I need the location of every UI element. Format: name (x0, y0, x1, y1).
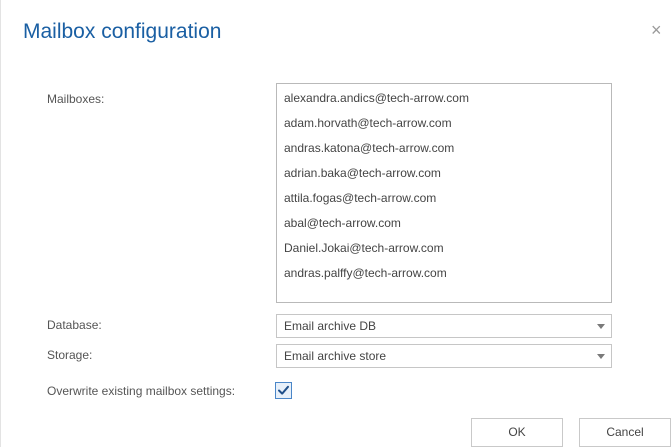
mailbox-list-item[interactable]: adam.horvath@tech-arrow.com (277, 111, 611, 136)
database-label: Database: (47, 318, 102, 332)
mailbox-list-item[interactable]: abal@tech-arrow.com (277, 211, 611, 236)
database-select[interactable]: Email archive DB (276, 314, 612, 338)
mailbox-list-item[interactable]: andras.katona@tech-arrow.com (277, 136, 611, 161)
close-icon[interactable]: × (651, 21, 667, 39)
mailbox-list-item[interactable]: andras.palffy@tech-arrow.com (277, 261, 611, 286)
mailbox-list: alexandra.andics@tech-arrow.com adam.horv… (277, 84, 611, 286)
storage-selected-value: Email archive store (284, 349, 387, 363)
checkmark-icon (278, 385, 289, 395)
mailboxes-label: Mailboxes: (47, 92, 105, 106)
dialog-title: Mailbox configuration (23, 20, 222, 43)
mailbox-list-item[interactable]: Daniel.Jokai@tech-arrow.com (277, 236, 611, 261)
cancel-button[interactable]: Cancel (579, 418, 671, 447)
mailbox-list-item[interactable]: alexandra.andics@tech-arrow.com (277, 86, 611, 111)
mailboxes-listbox[interactable]: alexandra.andics@tech-arrow.com adam.horv… (276, 83, 612, 303)
ok-button[interactable]: OK (471, 418, 563, 447)
overwrite-label: Overwrite existing mailbox settings: (47, 384, 236, 398)
overwrite-checkbox[interactable] (275, 382, 292, 399)
storage-select[interactable]: Email archive store (276, 344, 612, 368)
storage-label: Storage: (47, 348, 93, 362)
chevron-down-icon (597, 324, 605, 329)
chevron-down-icon (597, 354, 605, 359)
mailbox-configuration-dialog: Mailbox configuration × Mailboxes: alexa… (0, 0, 671, 447)
mailbox-list-item[interactable]: attila.fogas@tech-arrow.com (277, 186, 611, 211)
database-selected-value: Email archive DB (284, 319, 377, 333)
mailbox-list-item[interactable]: adrian.baka@tech-arrow.com (277, 161, 611, 186)
